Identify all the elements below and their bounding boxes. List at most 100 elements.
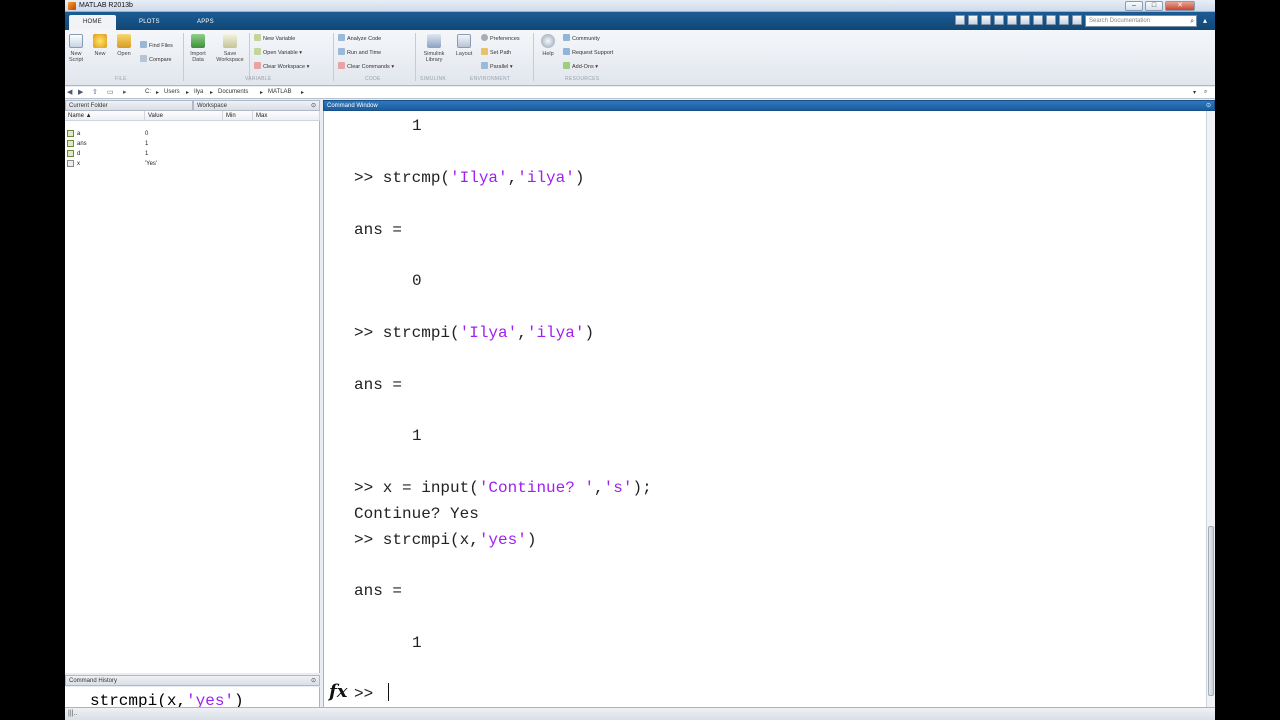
- workspace-header[interactable]: Workspace ⊙: [193, 100, 320, 111]
- add-ons-button[interactable]: Add-Ons ▾: [563, 62, 598, 71]
- command-window-scrollbar[interactable]: [1206, 111, 1215, 707]
- undo-icon[interactable]: [1007, 15, 1017, 25]
- help-question-icon[interactable]: [1072, 15, 1082, 25]
- save-icon[interactable]: [955, 15, 965, 25]
- workspace-panel: Name ▲ Value Min Max a 0 ans 1 d 1 x 'Ye…: [65, 111, 320, 673]
- workspace-row[interactable]: x 'Yes': [65, 159, 320, 169]
- parallel-button[interactable]: Parallel ▾: [481, 62, 513, 71]
- command-code: );: [632, 479, 652, 497]
- new-button[interactable]: New: [89, 34, 111, 57]
- history-entry[interactable]: strcmpi(x,'yes'): [90, 692, 244, 707]
- current-folder-header[interactable]: Current Folder: [65, 100, 193, 111]
- column-name[interactable]: Name ▲: [65, 111, 145, 121]
- history-menu-icon[interactable]: ⊙: [311, 676, 316, 686]
- request-support-icon: [563, 48, 570, 55]
- set-path-button[interactable]: Set Path: [481, 48, 511, 57]
- switch-windows-icon[interactable]: [1033, 15, 1043, 25]
- new-script-button[interactable]: New Script: [65, 34, 87, 63]
- copy-icon[interactable]: [981, 15, 991, 25]
- variable-icon: [67, 150, 74, 157]
- clear-commands-label: Clear Commands: [347, 64, 390, 70]
- command-code: ): [584, 324, 595, 342]
- help-icon[interactable]: [1046, 15, 1056, 25]
- breadcrumb-user[interactable]: Ilya: [194, 89, 203, 95]
- dock-icon[interactable]: [1059, 15, 1069, 25]
- workspace-row[interactable]: d 1: [65, 149, 320, 159]
- command-history-header[interactable]: Command History ⊙: [65, 675, 320, 686]
- community-label: Community: [572, 36, 600, 42]
- open-button[interactable]: Open: [113, 34, 135, 57]
- new-variable-icon: [254, 34, 261, 41]
- status-bar: |||..: [65, 707, 1215, 720]
- scrollbar-thumb[interactable]: [1208, 526, 1214, 696]
- browse-folder-icon[interactable]: ▭: [107, 88, 114, 96]
- tab-apps[interactable]: APPS: [183, 15, 228, 30]
- request-support-button[interactable]: Request Support: [563, 48, 613, 57]
- help-button[interactable]: Help: [537, 34, 559, 57]
- open-variable-button[interactable]: Open Variable ▾: [254, 48, 302, 57]
- title-bar: MATLAB R2013b – □ ✕: [65, 0, 1215, 12]
- analyze-code-button[interactable]: Analyze Code: [338, 34, 381, 43]
- maximize-button[interactable]: □: [1145, 1, 1163, 11]
- preferences-gear-icon: [481, 34, 488, 41]
- command-window-menu-icon[interactable]: ⊙: [1206, 101, 1211, 111]
- clear-commands-icon: [338, 62, 345, 69]
- paste-icon[interactable]: [994, 15, 1004, 25]
- tab-home[interactable]: HOME: [69, 15, 116, 30]
- command-window[interactable]: 1 >> strcmp('Ilya','ilya') ans = 0 >> st…: [323, 111, 1206, 707]
- community-icon: [563, 34, 570, 41]
- compare-button[interactable]: Compare: [140, 55, 172, 64]
- breadcrumb-documents[interactable]: Documents: [218, 89, 248, 95]
- collapse-ribbon-icon[interactable]: ▴: [1203, 16, 1207, 25]
- tab-plots[interactable]: PLOTS: [125, 15, 174, 30]
- open-label: Open: [117, 51, 131, 57]
- group-label-resources: RESOURCES: [565, 76, 600, 82]
- breadcrumb-matlab[interactable]: MATLAB: [268, 89, 292, 95]
- find-files-button[interactable]: Find Files: [140, 41, 173, 50]
- up-folder-icon[interactable]: ⇧: [92, 88, 98, 96]
- breadcrumb-chevron-icon: ▸: [156, 90, 160, 96]
- preferences-button[interactable]: Preferences: [481, 34, 520, 43]
- simulink-library-button[interactable]: Simulink Library: [420, 34, 448, 63]
- close-button[interactable]: ✕: [1165, 1, 1195, 11]
- cut-icon[interactable]: [968, 15, 978, 25]
- group-label-variable: VARIABLE: [245, 76, 272, 82]
- path-bar: ◀ ▶ ⇧ ▭ ▸ C: ▸ Users ▸ Ilya ▸ Documents …: [65, 87, 1215, 99]
- path-dropdown-icon[interactable]: ▾: [1193, 89, 1196, 96]
- clear-commands-button[interactable]: Clear Commands ▾: [338, 62, 394, 71]
- parallel-icon: [481, 62, 488, 69]
- column-min[interactable]: Min: [223, 111, 253, 121]
- command-window-header[interactable]: Command Window ⊙: [323, 100, 1215, 111]
- breadcrumb-drive[interactable]: C:: [145, 89, 151, 95]
- command-line: >> x = input('Continue? ','s');: [354, 479, 652, 497]
- save-workspace-button[interactable]: Save Workspace: [215, 34, 245, 63]
- column-value[interactable]: Value: [145, 111, 223, 121]
- breadcrumb-users[interactable]: Users: [164, 89, 180, 95]
- redo-icon[interactable]: [1020, 15, 1030, 25]
- community-button[interactable]: Community: [563, 34, 600, 43]
- string-literal: 'Ilya': [450, 169, 508, 187]
- search-documentation-input[interactable]: Search Documentation ⌕: [1085, 15, 1197, 27]
- new-variable-button[interactable]: New Variable: [254, 34, 295, 43]
- import-data-button[interactable]: Import Data: [187, 34, 209, 63]
- breadcrumb-chevron-icon: ▸: [186, 90, 190, 96]
- command-line: >> strcmpi(x,'yes'): [354, 531, 536, 549]
- clear-workspace-button[interactable]: Clear Workspace ▾: [254, 62, 309, 71]
- function-browser-icon[interactable]: fx: [329, 681, 347, 702]
- set-path-icon: [481, 48, 488, 55]
- analyze-code-label: Analyze Code: [347, 36, 382, 42]
- run-and-time-button[interactable]: Run and Time: [338, 48, 381, 57]
- compare-label: Compare: [149, 57, 172, 63]
- back-arrow-icon[interactable]: ◀: [67, 88, 72, 96]
- save-workspace-icon: [223, 34, 237, 48]
- workspace-row[interactable]: ans 1: [65, 139, 320, 149]
- panel-menu-icon[interactable]: ⊙: [311, 101, 316, 111]
- forward-arrow-icon[interactable]: ▶: [78, 88, 83, 96]
- string-literal: 'Ilya': [459, 324, 518, 342]
- minimize-button[interactable]: –: [1125, 1, 1143, 11]
- simulink-library-label: Simulink Library: [423, 51, 445, 63]
- workspace-row[interactable]: a 0: [65, 129, 320, 139]
- layout-button[interactable]: Layout: [453, 34, 475, 57]
- path-search-icon[interactable]: ⌕: [1204, 89, 1207, 96]
- column-max[interactable]: Max: [253, 111, 320, 121]
